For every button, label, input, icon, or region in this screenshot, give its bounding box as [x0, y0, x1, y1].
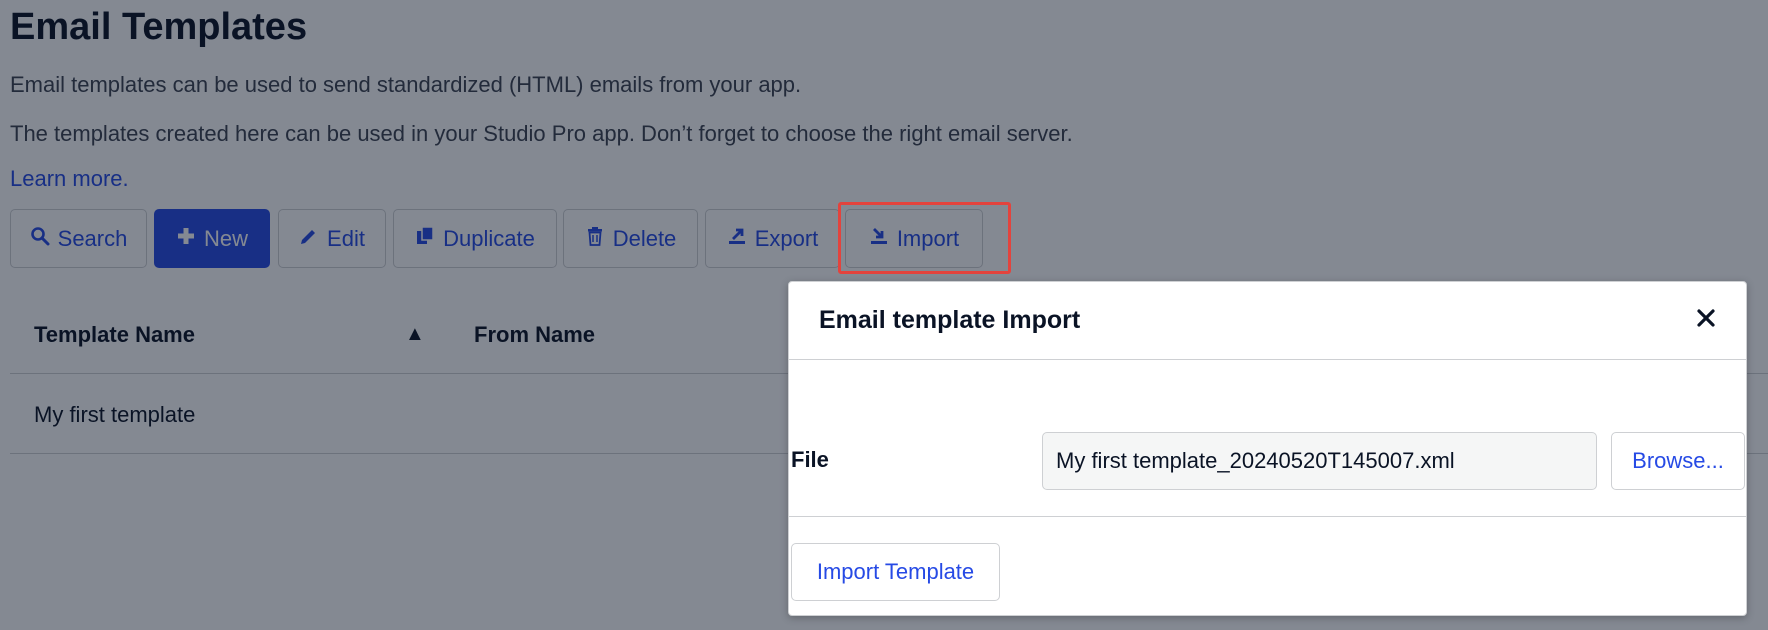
import-button-highlight — [838, 202, 1011, 274]
modal-header-divider — [789, 359, 1746, 360]
modal-title: Email template Import — [819, 306, 1081, 334]
import-modal: Email template Import File My first temp… — [788, 281, 1747, 616]
file-field[interactable]: My first template_20240520T145007.xml — [1042, 432, 1597, 490]
file-label: File — [791, 447, 829, 472]
modal-footer-divider — [789, 516, 1746, 517]
import-template-button[interactable]: Import Template — [791, 543, 1000, 601]
close-icon[interactable] — [1694, 306, 1718, 330]
browse-button[interactable]: Browse... — [1611, 432, 1745, 490]
